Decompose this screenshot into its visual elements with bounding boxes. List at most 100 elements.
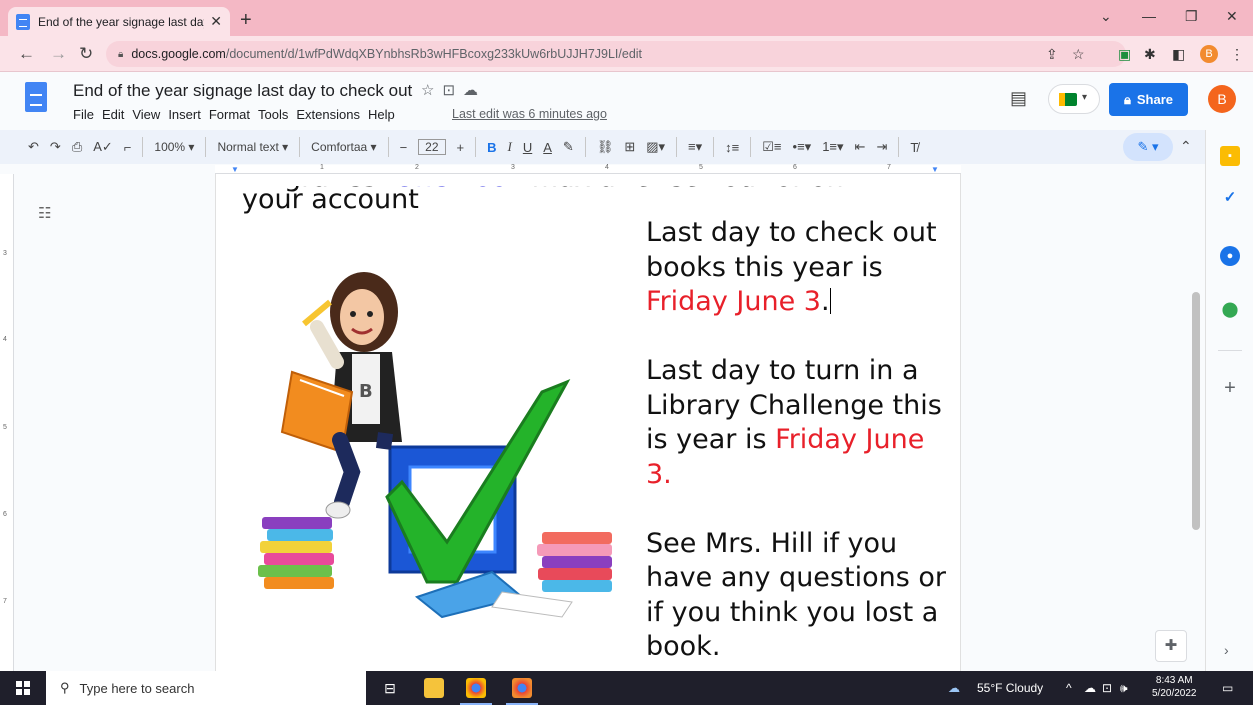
checklist-icon[interactable]: ☑≡ [762,139,781,155]
link-icon[interactable]: ⛓ [597,139,614,155]
vruler-number: 3 [3,250,7,257]
toolbar-divider [584,137,586,157]
decrease-font-size-button[interactable]: − [400,140,408,155]
style-select[interactable]: Normal text ▾ [217,140,288,154]
print-icon[interactable]: ⎙ [72,139,82,155]
horizontal-ruler[interactable]: ▼ 1 2 3 4 5 6 7 ▼ [215,164,961,174]
new-tab-button[interactable]: + [240,9,252,32]
extension-icon[interactable]: ▣ [1118,46,1131,63]
menu-extensions[interactable]: Extensions [296,107,360,122]
font-size-input[interactable]: 22 [418,139,446,155]
document-outline-icon[interactable]: ☷ [38,204,51,222]
browser-profile-avatar[interactable]: B [1200,45,1218,63]
text-color-button[interactable]: A [543,140,552,155]
weather-text[interactable]: 55°F Cloudy [977,681,1043,695]
back-icon[interactable]: ← [18,44,35,64]
menu-file[interactable]: File [73,107,94,122]
side-panel-icon[interactable]: ◧ [1172,46,1185,63]
tray-chevron-icon[interactable]: ^ [1066,681,1072,695]
menu-tools[interactable]: Tools [258,107,288,122]
close-window-icon[interactable]: ✕ [1226,8,1238,25]
chevron-right-icon[interactable]: › [1224,642,1229,658]
contacts-icon[interactable]: ● [1220,246,1240,266]
document-title[interactable]: End of the year signage last day to chec… [73,81,412,101]
minimize-icon[interactable]: — [1142,8,1156,24]
search-icon: ⚲ [60,680,70,695]
windows-start-icon[interactable] [16,681,30,695]
increase-font-size-button[interactable]: + [457,140,465,155]
maps-icon[interactable]: ⬤ [1220,300,1240,320]
highlight-icon[interactable]: ✎ [563,139,574,155]
network-icon[interactable]: ⊡ [1102,681,1112,695]
move-to-folder-icon[interactable]: ⊡ [442,82,463,99]
explore-icon[interactable]: ✚ [1155,630,1187,662]
last-edit-link[interactable]: Last edit was 6 minutes ago [452,107,607,121]
bold-button[interactable]: B [487,140,496,155]
chrome-icon[interactable] [460,678,492,705]
tasks-icon[interactable]: ✓ [1220,188,1240,208]
get-addons-icon[interactable]: + [1220,378,1240,398]
notifications-icon[interactable]: ▭ [1222,681,1233,695]
collapse-menus-icon[interactable]: ⌃ [1180,138,1192,155]
reload-icon[interactable]: ↻ [79,44,93,64]
extensions-puzzle-icon[interactable]: ✱ [1144,46,1156,63]
forward-icon[interactable]: → [50,44,67,64]
menu-edit[interactable]: Edit [102,107,124,122]
align-icon[interactable]: ≡▾ [688,139,702,155]
restore-icon[interactable]: ❐ [1185,8,1198,25]
editing-mode-button[interactable]: ✎ ▾ [1123,133,1173,161]
font-select[interactable]: Comfortaa ▾ [311,140,376,154]
bookmark-star-icon[interactable]: ☆ [1072,46,1085,63]
right-column-text: Last day to check out books this year is… [646,216,956,671]
redo-icon[interactable]: ↷ [50,139,61,155]
vertical-scrollbar[interactable] [1192,292,1200,530]
chrome-profile-icon[interactable] [506,678,538,705]
weather-icon[interactable]: ☁ [948,681,960,695]
account-avatar[interactable]: B [1208,85,1236,113]
add-comment-icon[interactable]: ⊞ [624,139,635,155]
keep-icon[interactable]: ▪ [1220,146,1240,166]
menu-help[interactable]: Help [368,107,395,122]
task-view-icon[interactable]: ⊟ [380,678,400,698]
numbered-list-icon[interactable]: 1≡▾ [822,139,843,155]
bulleted-list-icon[interactable]: •≡▾ [793,139,812,155]
docs-logo-icon[interactable] [25,82,47,112]
meet-button[interactable]: ▾ [1048,84,1100,114]
taskbar-clock[interactable]: 8:43 AM 5/20/2022 [1152,674,1197,700]
chrome-menu-icon[interactable]: ⋮ [1230,46,1244,63]
paragraph-contact: See Mrs. Hill if you have any questions … [646,527,956,665]
underline-button[interactable]: U [523,140,532,155]
undo-icon[interactable]: ↶ [28,139,39,155]
onedrive-icon[interactable]: ☁ [1084,681,1096,695]
line-spacing-icon[interactable]: ↕≡ [725,140,739,155]
italic-button[interactable]: I [508,139,512,155]
menu-format[interactable]: Format [209,107,250,122]
browser-tab[interactable]: End of the year signage last day ✕ [8,7,230,36]
insert-image-icon[interactable]: ▨▾ [646,139,665,155]
paint-format-icon[interactable]: ⌐ [124,140,132,155]
vruler-number: 6 [3,511,7,518]
comment-history-icon[interactable]: ▤ [1010,88,1027,109]
zoom-select[interactable]: 100% ▾ [154,140,194,154]
increase-indent-icon[interactable]: ⇥ [876,139,887,155]
decrease-indent-icon[interactable]: ⇤ [855,139,866,155]
menu-view[interactable]: View [132,107,160,122]
cloud-status-icon[interactable]: ☁ [463,82,486,99]
bitmoji-checkmark-illustration: B [258,272,612,619]
file-explorer-icon[interactable] [424,678,444,698]
tab-search-chevron-icon[interactable]: ⌄ [1100,8,1112,25]
tab-close-icon[interactable]: ✕ [210,13,222,30]
address-bar[interactable]: 🔒︎ docs.google.com/document/d/1wfPdWdqXB… [106,41,1126,67]
menu-insert[interactable]: Insert [168,107,201,122]
volume-icon[interactable]: 🕪︎ [1120,681,1128,696]
right-indent-marker-icon[interactable]: ▼ [931,165,939,174]
tab-title: End of the year signage last day [38,14,205,29]
left-indent-marker-icon[interactable]: ▼ [231,165,239,174]
clear-formatting-icon[interactable]: T̸ [910,140,918,155]
share-button[interactable]: 🔒︎ Share [1109,83,1188,116]
taskbar-search-box[interactable]: ⚲ Type here to search [46,671,366,705]
star-icon[interactable]: ☆ [421,82,442,99]
spellcheck-icon[interactable]: A✓ [93,139,113,155]
share-page-icon[interactable]: ⇪ [1046,46,1058,63]
document-page[interactable]: All grades. One book max at check out of… [215,174,961,671]
